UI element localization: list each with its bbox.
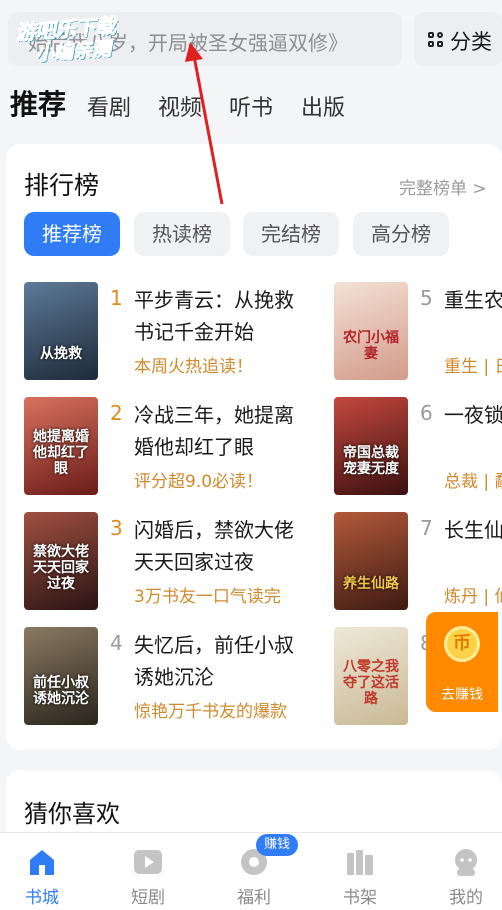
tab-label: 书架 bbox=[343, 888, 377, 908]
play-icon bbox=[134, 850, 162, 874]
tab-mine[interactable]: 我的 bbox=[416, 833, 502, 910]
tab-label: 书城 bbox=[25, 888, 59, 908]
welfare-badge: 赚钱 bbox=[256, 834, 298, 856]
home-icon bbox=[30, 850, 54, 875]
tab-label: 我的 bbox=[449, 888, 483, 908]
annotation-arrow bbox=[185, 42, 224, 205]
bottom-tab-bar: 书城 短剧 福利 书架 我的 bbox=[0, 832, 502, 910]
profile-icon bbox=[455, 849, 477, 876]
shelf-icon bbox=[347, 850, 373, 875]
tab-bookstore[interactable]: 书城 bbox=[0, 833, 92, 910]
tab-bookshelf[interactable]: 书架 bbox=[310, 833, 410, 910]
tab-label: 福利 bbox=[237, 888, 271, 908]
tab-label: 短剧 bbox=[131, 888, 165, 908]
tab-short-drama[interactable]: 短剧 bbox=[98, 833, 198, 910]
